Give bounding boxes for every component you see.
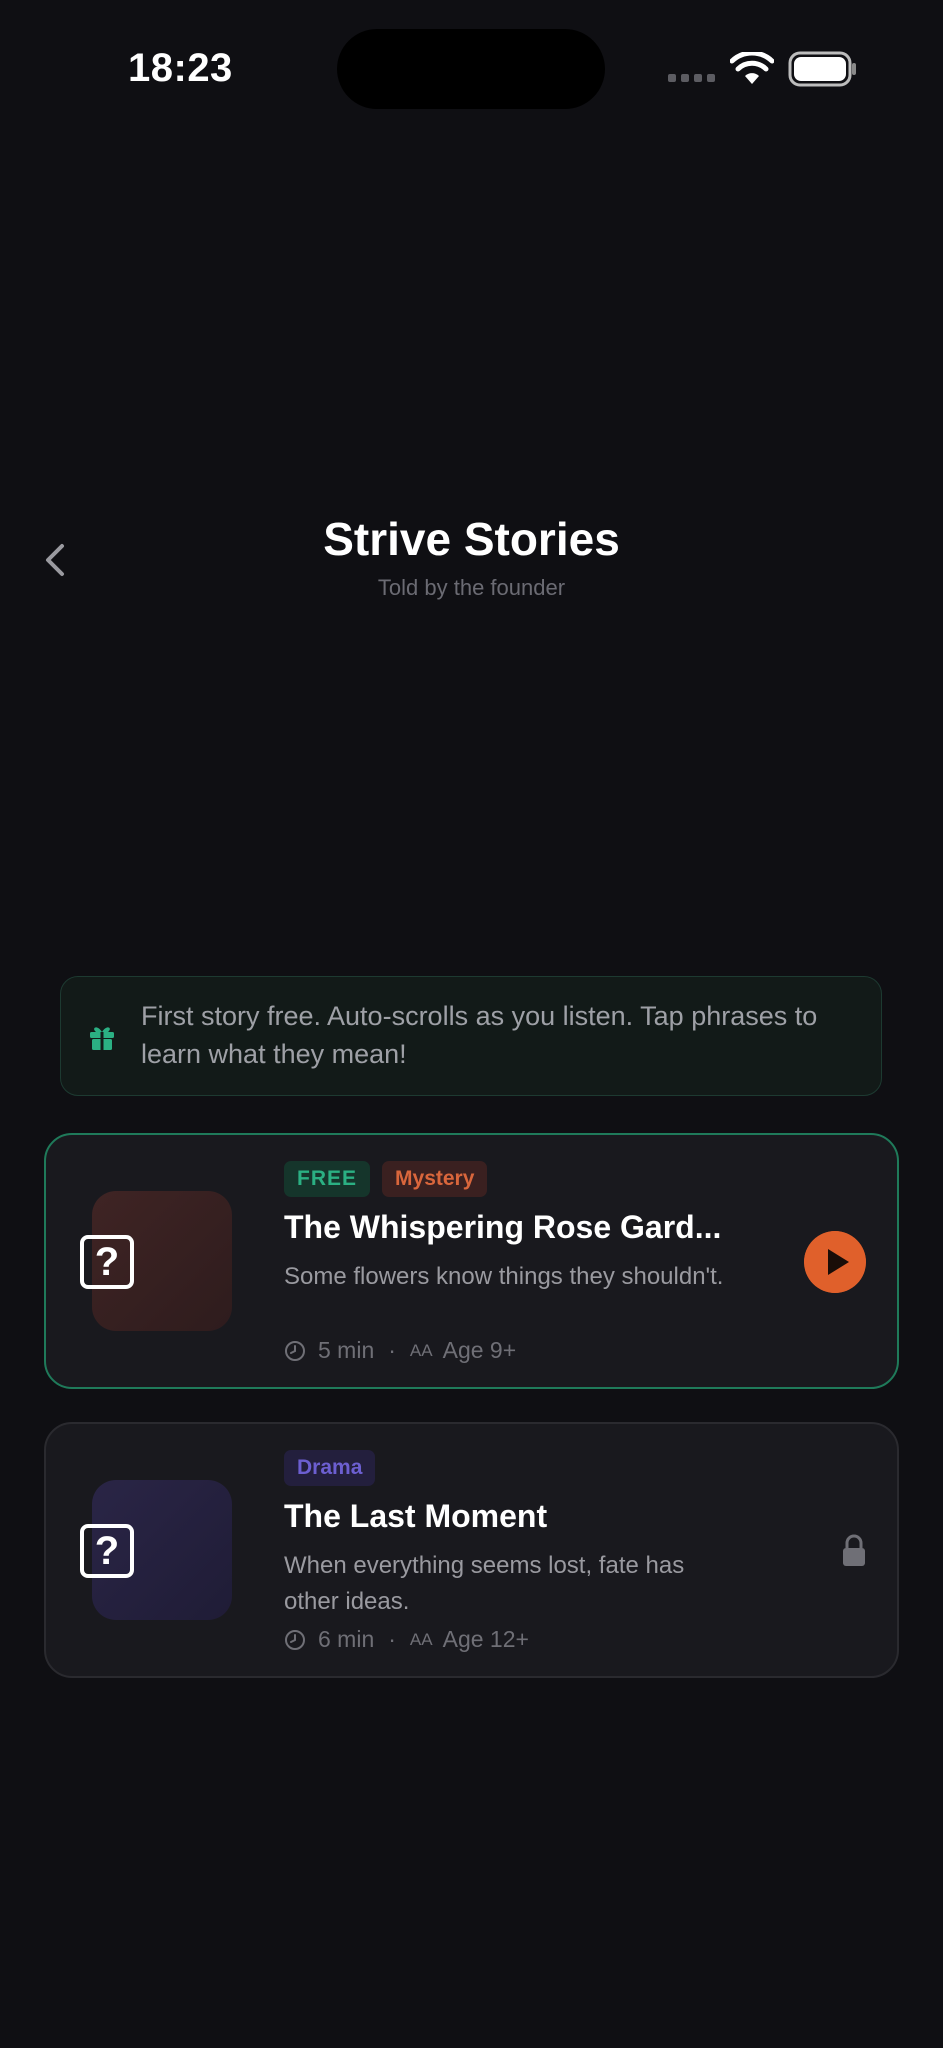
story-meta: 6 min · AA Age 12+ [284, 1626, 529, 1653]
story-age: Age 12+ [442, 1626, 529, 1652]
page-title: Strive Stories [323, 513, 620, 565]
story-meta: 5 min · AA Age 9+ [284, 1337, 516, 1364]
clock-icon [285, 1629, 305, 1650]
text-size-icon: AA [409, 1340, 433, 1360]
banner-text: First story free. Auto-scrolls as you li… [141, 1001, 818, 1069]
question-mark-icon: ? [80, 1235, 134, 1289]
clock-icon [285, 1340, 305, 1361]
text-size-icon: AA [409, 1629, 433, 1649]
status-time: 18:23 [128, 46, 233, 90]
story-description: When everything seems lost, fate has oth… [284, 1552, 685, 1615]
info-banner: First story free. Auto-scrolls as you li… [60, 976, 882, 1096]
lock-icon [843, 1534, 865, 1566]
story-title: The Last Moment [284, 1498, 548, 1534]
story-card-whispering-rose-garden[interactable]: ? FREE Mystery The Whispering Rose Gard.… [44, 1133, 899, 1389]
separator-dot: · [388, 1626, 396, 1652]
wifi-icon [730, 52, 774, 84]
question-mark-icon: ? [80, 1524, 134, 1578]
story-card-last-moment[interactable]: ? Drama The Last Moment When everything … [44, 1422, 899, 1678]
separator-dot: · [388, 1337, 396, 1363]
dynamic-island [337, 29, 605, 109]
story-age: Age 9+ [442, 1337, 517, 1363]
story-duration: 6 min [318, 1626, 375, 1652]
play-button[interactable] [804, 1231, 866, 1293]
cellular-signal-icon [668, 74, 715, 82]
story-title: The Whispering Rose Gard... [284, 1209, 722, 1245]
story-duration: 5 min [318, 1337, 375, 1363]
tag-free: FREE [284, 1161, 371, 1197]
tag-genre: Mystery [382, 1161, 488, 1197]
story-description: Some flowers know things they shouldn't. [284, 1263, 724, 1290]
tag-genre: Drama [284, 1450, 376, 1486]
gift-icon [90, 1027, 114, 1050]
page-subtitle: Told by the founder [377, 575, 566, 600]
battery-icon [788, 51, 856, 87]
